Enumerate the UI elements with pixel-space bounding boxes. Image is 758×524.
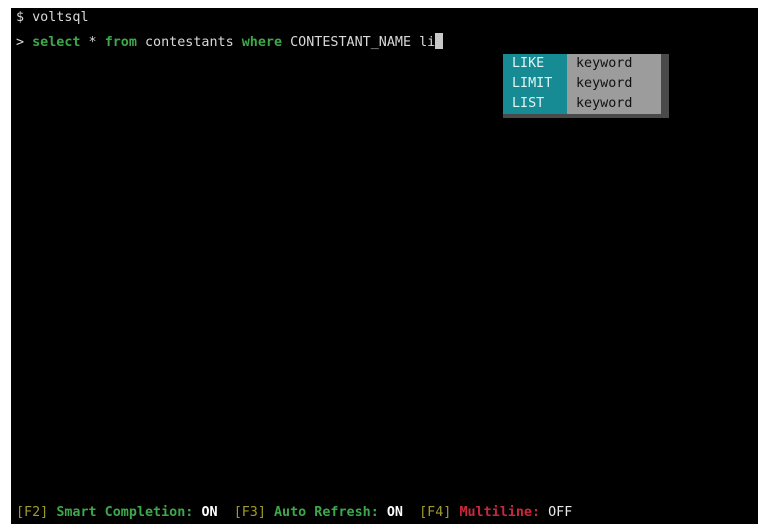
query-input-line[interactable]: > select * from contestants where CONTES… [16,33,444,51]
query-prompt: > [16,35,33,50]
query-token-from: from [104,35,137,50]
query-token-text: contestants [136,35,242,50]
completion-item-name: LIMIT [503,74,567,94]
query-token-where: where [241,35,283,50]
auto-refresh-label: Auto Refresh: [274,505,379,520]
completion-item-type: keyword [567,54,661,74]
shell-command-line: $ voltsql [16,10,89,25]
query-token-select: select [32,35,81,50]
completion-item-name: LIST [503,94,567,114]
bottom-toolbar: [F2] Smart Completion: ON [F3] Auto Refr… [11,501,758,524]
completion-menu[interactable]: LIKE keyword LIMIT keyword LIST keyword [503,54,669,118]
terminal-window[interactable]: $ voltsql > select * from contestants wh… [11,8,758,524]
f3-key-hint[interactable]: [F3] [234,505,266,520]
completion-item-type: keyword [567,94,661,114]
f4-key-hint[interactable]: [F4] [419,505,451,520]
completion-item-limit[interactable]: LIMIT keyword [503,74,661,94]
f2-key-hint[interactable]: [F2] [16,505,48,520]
auto-refresh-status: ON [386,505,403,520]
query-token-text: * [80,35,105,50]
completion-item-type: keyword [567,74,661,94]
smart-completion-label: Smart Completion: [56,505,194,520]
query-token-text: CONTESTANT_NAME li [282,35,436,50]
completion-item-name: LIKE [503,54,567,74]
text-cursor [435,33,444,49]
completion-item-list[interactable]: LIST keyword [503,94,661,114]
multiline-status: OFF [548,505,573,520]
multiline-label: Multiline: [459,505,541,520]
smart-completion-status: ON [201,505,218,520]
completion-item-like[interactable]: LIKE keyword [503,54,661,74]
